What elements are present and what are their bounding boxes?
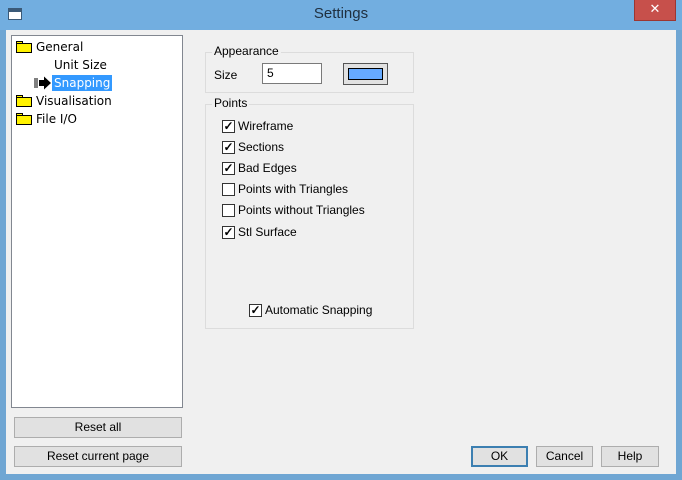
tree-item-visualisation[interactable]: Visualisation [16, 93, 156, 109]
checkbox-label: Points with Triangles [238, 182, 349, 196]
tree-item-label: File I/O [36, 112, 77, 126]
points-group-title: Points [212, 96, 250, 110]
checkbox-box [222, 204, 235, 217]
size-input[interactable]: 5 [262, 63, 322, 84]
cancel-button[interactable]: Cancel [536, 446, 593, 467]
checkbox-label: Points without Triangles [238, 203, 365, 217]
points-with-triangles-checkbox[interactable]: Points with Triangles [222, 182, 392, 198]
tree-item-file-io[interactable]: File I/O [16, 111, 136, 127]
settings-window: Settings ✕ General Unit Size Snapping Vi… [0, 0, 682, 480]
tree-item-unit-size[interactable]: Unit Size [52, 57, 142, 73]
checkbox-label: Stl Surface [238, 225, 297, 239]
wireframe-checkbox[interactable]: ✓ Wireframe [222, 119, 382, 135]
stl-surface-checkbox[interactable]: ✓ Stl Surface [222, 225, 382, 241]
window-title: Settings [313, 5, 369, 22]
tree-item-snapping[interactable]: Snapping [34, 75, 144, 91]
folder-icon [16, 95, 32, 107]
checkbox-box: ✓ [222, 140, 235, 154]
size-label: Size [214, 68, 238, 82]
checkbox-box [222, 183, 235, 196]
title-bar[interactable]: Settings ✕ [0, 0, 682, 30]
color-swatch [348, 68, 383, 80]
tree-item-label: General [36, 40, 84, 54]
sections-checkbox[interactable]: ✓ Sections [222, 140, 382, 156]
reset-current-page-button[interactable]: Reset current page [14, 446, 182, 467]
checkbox-label: Sections [238, 140, 285, 154]
ok-button[interactable]: OK [471, 446, 528, 467]
checkbox-box: ✓ [222, 119, 235, 133]
arrow-right-icon [34, 76, 51, 90]
dialog-client-area: General Unit Size Snapping Visualisation… [6, 30, 676, 474]
color-picker-button[interactable] [343, 63, 388, 85]
checkbox-label: Wireframe [238, 119, 294, 133]
checkbox-box: ✓ [249, 303, 262, 317]
bad-edges-checkbox[interactable]: ✓ Bad Edges [222, 161, 382, 177]
appearance-group: Appearance Size 5 [205, 44, 414, 93]
reset-all-button[interactable]: Reset all [14, 417, 182, 438]
appearance-group-title: Appearance [212, 44, 281, 58]
tree-item-label: Snapping [52, 75, 113, 91]
automatic-snapping-checkbox[interactable]: ✓ Automatic Snapping [249, 303, 404, 319]
tree-item-general[interactable]: General [16, 39, 136, 55]
checkbox-label: Automatic Snapping [265, 303, 373, 317]
points-group: Points ✓ Wireframe ✓ Sections ✓ Bad Edge… [205, 96, 414, 329]
help-button[interactable]: Help [601, 446, 659, 467]
tree-item-label: Visualisation [36, 94, 112, 108]
points-without-triangles-checkbox[interactable]: Points without Triangles [222, 203, 407, 219]
folder-icon [16, 113, 32, 125]
settings-tree[interactable]: General Unit Size Snapping Visualisation… [11, 35, 183, 408]
checkbox-box: ✓ [222, 161, 235, 175]
tree-item-label: Unit Size [54, 58, 107, 72]
checkbox-label: Bad Edges [238, 161, 297, 175]
folder-icon [16, 41, 32, 53]
checkbox-box: ✓ [222, 225, 235, 239]
close-button[interactable]: ✕ [634, 0, 676, 21]
